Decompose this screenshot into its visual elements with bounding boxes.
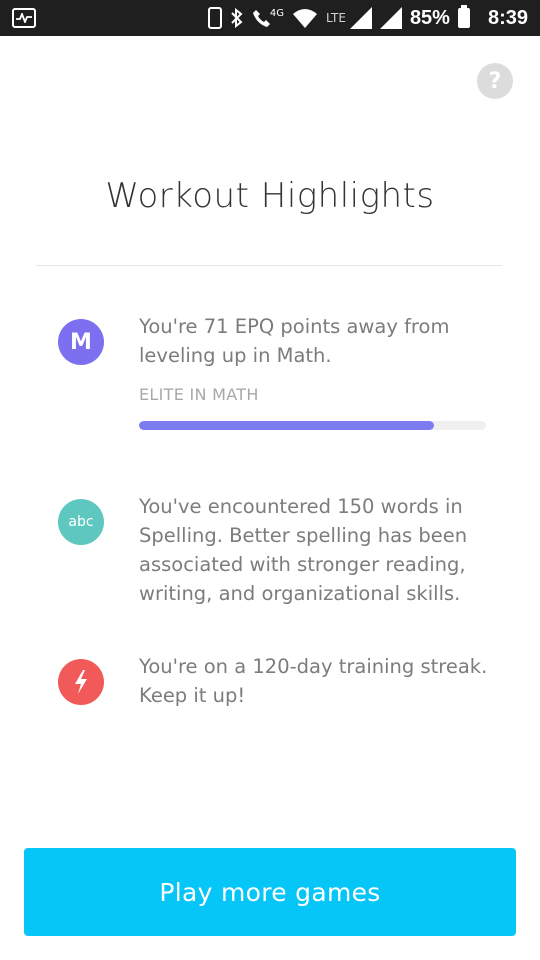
math-highlight-text: You're 71 EPQ points away from leveling … — [139, 315, 450, 367]
divider — [36, 265, 502, 266]
level-label: ELITE IN MATH — [139, 385, 259, 404]
progress-bar — [139, 421, 486, 430]
activity-monitor-icon — [12, 8, 36, 28]
streak-highlight-text: You're on a 120-day training streak. Kee… — [139, 655, 488, 707]
help-button[interactable]: ? — [477, 63, 513, 99]
math-avatar: M — [58, 319, 104, 365]
wifi-icon — [292, 8, 318, 28]
progress-fill — [139, 421, 434, 430]
bluetooth-icon — [230, 8, 244, 28]
phone-icon — [207, 7, 222, 29]
battery-icon — [457, 5, 470, 28]
page-title: Workout Highlights — [105, 176, 435, 216]
call-icon: 4G — [252, 8, 284, 28]
network-type: 4G — [269, 7, 284, 19]
battery-percent: 85% — [409, 6, 450, 29]
clock: 8:39 — [487, 6, 528, 29]
status-bar: 4G LTE 85% 8:39 — [0, 0, 540, 36]
spelling-highlight-text: You've encountered 150 words in Spelling… — [139, 495, 468, 605]
lte-label: LTE — [325, 11, 346, 25]
spelling-avatar: abc — [58, 499, 104, 545]
signal-icon-2 — [379, 7, 402, 29]
signal-icon — [349, 7, 372, 29]
play-more-games-button[interactable]: Play more games — [24, 848, 516, 936]
lightning-icon — [58, 659, 104, 705]
